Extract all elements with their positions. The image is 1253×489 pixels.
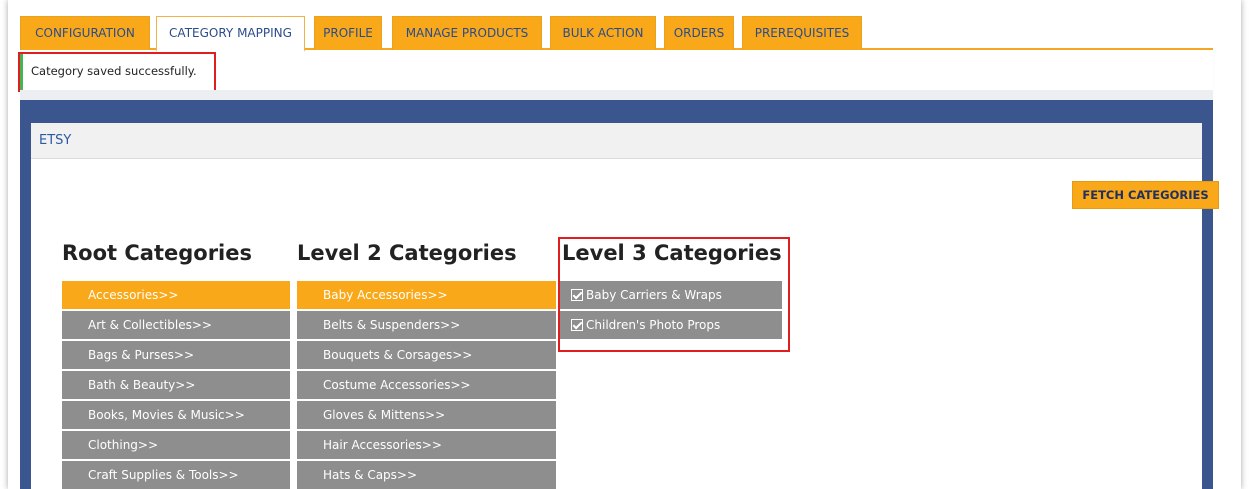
level2-category-item[interactable]: Costume Accessories>>: [297, 371, 556, 399]
fetch-categories-button[interactable]: FETCH CATEGORIES: [1072, 181, 1219, 209]
level2-category-item[interactable]: Gloves & Mittens>>: [297, 401, 556, 429]
notice-highlight-box: [18, 52, 216, 92]
tab-configuration[interactable]: CONFIGURATION: [20, 16, 150, 50]
tab-orders[interactable]: ORDERS: [664, 16, 734, 50]
tab-manage-products[interactable]: MANAGE PRODUCTS: [392, 16, 542, 50]
root-categories-heading: Root Categories: [62, 241, 252, 265]
panel-header: ETSY: [31, 123, 1202, 159]
panel-title: ETSY: [39, 133, 72, 148]
level2-category-item[interactable]: Belts & Suspenders>>: [297, 311, 556, 339]
root-category-item[interactable]: Craft Supplies & Tools>>: [62, 461, 290, 489]
root-category-item[interactable]: Clothing>>: [62, 431, 290, 459]
root-category-item[interactable]: Books, Movies & Music>>: [62, 401, 290, 429]
level2-category-item[interactable]: Hair Accessories>>: [297, 431, 556, 459]
tab-profile[interactable]: PROFILE: [314, 16, 382, 50]
tab-bulk-action[interactable]: BULK ACTION: [550, 16, 656, 50]
root-category-item[interactable]: Bath & Beauty>>: [62, 371, 290, 399]
root-category-item[interactable]: Bags & Purses>>: [62, 341, 290, 369]
etsy-panel: ETSY FETCH CATEGORIES Root Categories Le…: [31, 123, 1219, 489]
tab-prerequisites[interactable]: PREREQUISITES: [742, 16, 862, 50]
level3-highlight-box: [558, 237, 790, 352]
level2-category-item[interactable]: Baby Accessories>>: [297, 281, 556, 309]
tab-category-mapping[interactable]: CATEGORY MAPPING: [156, 16, 305, 52]
app-frame: CONFIGURATION CATEGORY MAPPING PROFILE M…: [8, 0, 1241, 489]
tab-bar: CONFIGURATION CATEGORY MAPPING PROFILE M…: [20, 16, 1213, 52]
root-category-item[interactable]: Art & Collectibles>>: [62, 311, 290, 339]
divider-strip: [20, 90, 1213, 100]
root-category-item[interactable]: Accessories>>: [62, 281, 290, 309]
level2-category-item[interactable]: Hats & Caps>>: [297, 461, 556, 489]
level2-categories-heading: Level 2 Categories: [297, 241, 517, 265]
level2-category-item[interactable]: Bouquets & Corsages>>: [297, 341, 556, 369]
